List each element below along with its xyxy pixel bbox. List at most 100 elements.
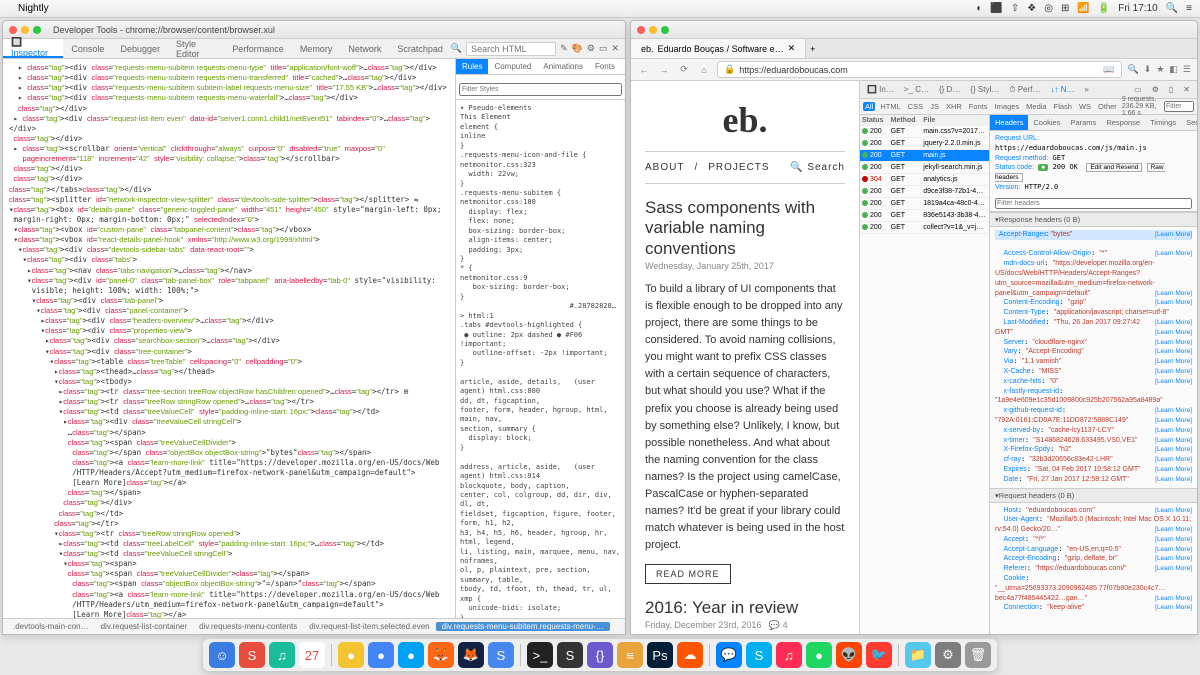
dock-app-icon[interactable]: ♫	[269, 642, 295, 668]
dock-app-icon[interactable]: ⚙	[935, 642, 961, 668]
nav-about[interactable]: ABOUT	[645, 162, 684, 173]
menu-extra-icon[interactable]: ◐	[976, 3, 982, 14]
css-tab-animations[interactable]: Animations	[537, 59, 589, 74]
dock-app-icon[interactable]: ●	[368, 642, 394, 668]
dock-app-icon[interactable]: ●	[338, 642, 364, 668]
net-detail-tab-response[interactable]: Response	[1101, 115, 1145, 130]
close-icon[interactable]: ✕	[611, 43, 619, 54]
settings-icon[interactable]: ⚙	[587, 43, 595, 54]
net-filter-xhr[interactable]: XHR	[944, 102, 964, 111]
net-filter-other[interactable]: Other	[1096, 102, 1119, 111]
css-tab-fonts[interactable]: Fonts	[589, 59, 621, 74]
dock-app-icon[interactable]: 🗑	[965, 642, 991, 668]
breadcrumb-item[interactable]: .devtools-main-con…	[7, 622, 95, 631]
close-button[interactable]	[637, 26, 645, 34]
devtools-tab-network[interactable]: Network	[340, 39, 389, 58]
net-filter-flash[interactable]: Flash	[1052, 102, 1074, 111]
menu-extra-icon[interactable]: ◎	[1044, 3, 1053, 14]
console-icon[interactable]: >_ C…	[901, 85, 932, 94]
add-rule-icon[interactable]: ✎	[560, 43, 568, 54]
breadcrumb[interactable]: .devtools-main-con…div.request-list-cont…	[3, 618, 625, 634]
net-request-row[interactable]: 200GET1819a4ca-48c0-496c-a8d1-…	[860, 198, 989, 210]
zoom-button[interactable]	[33, 26, 41, 34]
network-tab[interactable]: ↓↑ N…	[1047, 85, 1077, 94]
menu-extra-icon[interactable]: ⇧	[1011, 3, 1019, 14]
dom-tree[interactable]: ▸ class="tag"><div class="requests-menu-…	[3, 59, 455, 618]
net-filter-ws[interactable]: WS	[1077, 102, 1093, 111]
net-detail-tab-params[interactable]: Params	[1065, 115, 1101, 130]
net-request-row[interactable]: 200GETmain.js	[860, 150, 989, 162]
net-filter-images[interactable]: Images	[993, 102, 1022, 111]
menu-icon[interactable]: ☰	[1183, 64, 1191, 75]
devtools-tab-debugger[interactable]: Debugger	[112, 39, 168, 58]
search-icon[interactable]: 🔍	[1166, 3, 1178, 14]
filter-headers-input[interactable]	[995, 198, 1192, 209]
dock-icon[interactable]: ▯	[1166, 85, 1176, 94]
dock-app-icon[interactable]: ●	[806, 642, 832, 668]
css-rules[interactable]: ▾ Pseudo-elements This Element element {…	[456, 100, 625, 618]
url-input[interactable]: 🔒 https://eduardoboucas.com 📖	[717, 61, 1122, 78]
dock-app-icon[interactable]: ≡	[617, 642, 643, 668]
back-button[interactable]: ←	[637, 65, 651, 75]
net-filter-html[interactable]: HTML	[878, 102, 902, 111]
close-button[interactable]	[9, 26, 17, 34]
dock-app-icon[interactable]: S	[488, 642, 514, 668]
menu-extra-icon[interactable]: ❖	[1027, 3, 1036, 14]
dock-app-icon[interactable]: ☺	[209, 642, 235, 668]
html-search-input[interactable]	[466, 42, 556, 56]
new-tab-button[interactable]: +	[810, 44, 815, 54]
styles-icon[interactable]: {} Styl…	[967, 85, 1002, 94]
search-link[interactable]: 🔍 Search	[790, 162, 845, 173]
devtools-tab-style-editor[interactable]: Style Editor	[168, 39, 224, 58]
dock-app-icon[interactable]: 🦊	[428, 642, 454, 668]
close-icon[interactable]: ✕	[1180, 85, 1193, 94]
browser-tab[interactable]: eb. Eduardo Bouças / Software e… ✕	[631, 39, 806, 58]
menu-extra-icon[interactable]: ⬛	[990, 3, 1002, 14]
zoom-button[interactable]	[661, 26, 669, 34]
dom-tree-panel[interactable]: ▸ class="tag"><div class="requests-menu-…	[3, 59, 455, 618]
titlebar[interactable]	[631, 21, 1197, 39]
clock[interactable]: Fri 17:10	[1118, 3, 1157, 14]
dock-app-icon[interactable]: ●	[398, 642, 424, 668]
breadcrumb-item[interactable]: div.requests-menu-subitem.requests-menu-…	[436, 622, 610, 631]
pocket-icon[interactable]: ◧	[1169, 64, 1178, 75]
net-column-status[interactable]: Status	[860, 115, 889, 126]
settings-icon[interactable]: ⚙	[1149, 85, 1162, 94]
devtools-tab-memory[interactable]: Memory	[292, 39, 341, 58]
net-filter-all[interactable]: All	[863, 102, 875, 111]
titlebar[interactable]: Developer Tools - chrome://browser/conte…	[3, 21, 625, 39]
dock-app-icon[interactable]: ☁	[677, 642, 703, 668]
notifications-icon[interactable]: ≡	[1186, 3, 1192, 14]
net-detail-tab-headers[interactable]: Headers	[990, 115, 1028, 130]
net-request-row[interactable]: 200GETd9ce3f38-72b1-4332-9883-158…	[860, 186, 989, 198]
bookmarks-icon[interactable]: ★	[1156, 64, 1164, 75]
net-request-row[interactable]: 200GETjekyll-search.min.js	[860, 162, 989, 174]
reader-icon[interactable]: 📖	[1103, 64, 1114, 75]
devtools-tab-console[interactable]: Console	[63, 39, 112, 58]
devtools-tab-scratchpad[interactable]: Scratchpad	[389, 39, 451, 58]
net-filter-fonts[interactable]: Fonts	[967, 102, 990, 111]
net-detail-tab-cookies[interactable]: Cookies	[1028, 115, 1065, 130]
dock-app-icon[interactable]: 👽	[836, 642, 862, 668]
net-filter-css[interactable]: CSS	[906, 102, 925, 111]
forward-button[interactable]: →	[657, 65, 671, 75]
dock-app-icon[interactable]: 27	[299, 642, 325, 668]
download-icon[interactable]: ⬇	[1144, 64, 1152, 75]
site-logo[interactable]: eb.	[645, 99, 845, 141]
minimize-button[interactable]	[649, 26, 657, 34]
dock-app-icon[interactable]: S	[239, 642, 265, 668]
post-title[interactable]: Sass components with variable naming con…	[645, 198, 845, 259]
split-icon[interactable]: ▭	[1131, 85, 1145, 94]
breadcrumb-item[interactable]: div.request-list-item.selected.even	[303, 622, 435, 631]
dock-app-icon[interactable]: 🐦	[866, 642, 892, 668]
net-detail-tab-timings[interactable]: Timings	[1145, 115, 1181, 130]
search-button[interactable]: 🔍	[1128, 64, 1139, 75]
close-tab-icon[interactable]: ✕	[788, 43, 796, 54]
net-detail-tab-security[interactable]: Security	[1181, 115, 1197, 130]
read-more-button[interactable]: READ MORE	[645, 564, 731, 584]
net-column-file[interactable]: File	[921, 115, 989, 126]
reload-button[interactable]: ⟳	[677, 64, 691, 75]
net-column-method[interactable]: Method	[889, 115, 922, 126]
net-request-row[interactable]: 200GETmain.css?v=20170125	[860, 126, 989, 138]
post-title[interactable]: 2016: Year in review	[645, 598, 845, 618]
